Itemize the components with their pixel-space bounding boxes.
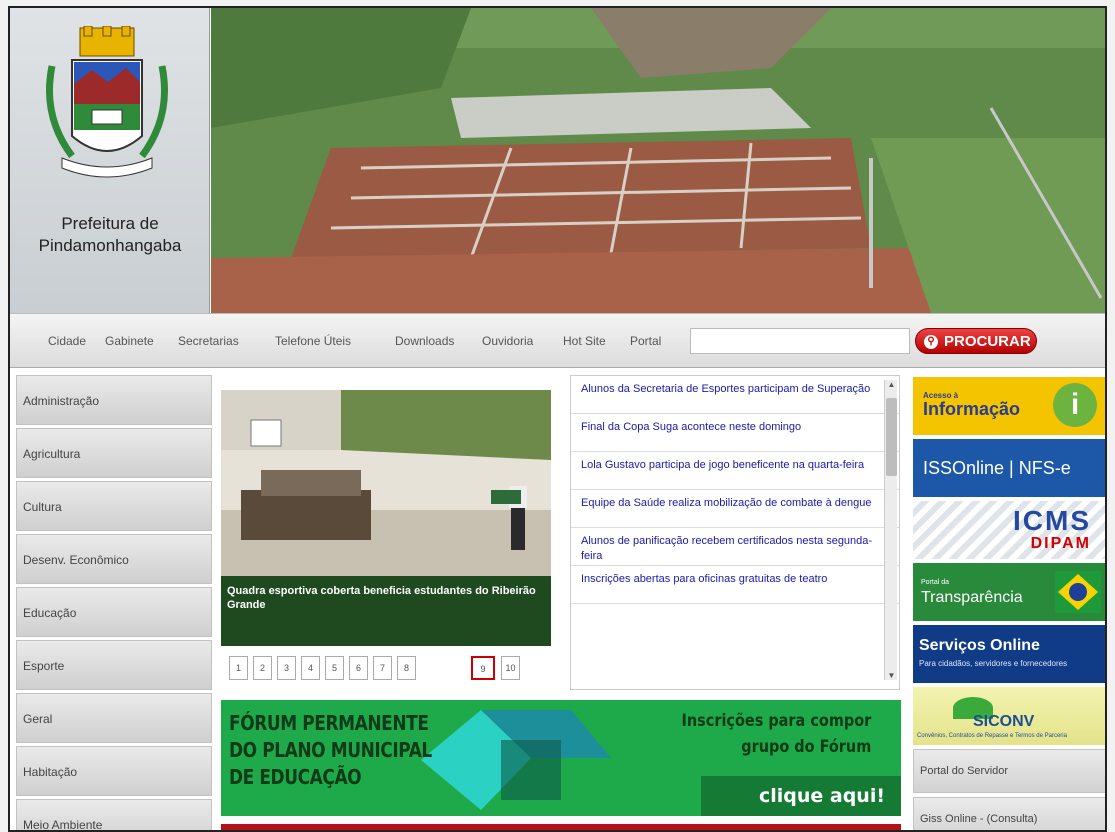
nav-telefones[interactable]: Telefone Úteis (275, 334, 351, 348)
sidebar-item-desenv-economico[interactable]: Desenv. Econômico (16, 534, 212, 584)
page-button[interactable]: 6 (349, 656, 368, 680)
news-item[interactable]: Inscrições abertas para oficinas gratuit… (571, 566, 899, 604)
icms-title: ICMS (1013, 505, 1091, 536)
nav-hot-site[interactable]: Hot Site (563, 334, 606, 348)
servicos-online-banner[interactable]: Serviços Online Para cidadãos, servidore… (913, 625, 1105, 683)
siconv-big: SICONV (973, 713, 1035, 730)
transparencia-big: Transparência (921, 589, 1023, 606)
news-slideshow[interactable]: Quadra esportiva coberta beneficia estud… (221, 390, 551, 646)
search-input[interactable] (690, 328, 910, 354)
sidebar-item-educacao[interactable]: Educação (16, 587, 212, 637)
search-button[interactable]: ⚲ PROCURAR (915, 328, 1037, 354)
nav-secretarias[interactable]: Secretarias (178, 334, 239, 348)
site-name-line2: Pindamonhangaba (38, 236, 182, 255)
forum-banner-graphic (421, 710, 611, 810)
info-icon: i (1053, 383, 1097, 427)
news-item[interactable]: Alunos de panificação recebem certificad… (571, 528, 899, 566)
transparencia-small: Portal da (921, 579, 950, 586)
giss-online-link[interactable]: Giss Online - (Consulta) (913, 797, 1105, 830)
news-list: Alunos da Secretaria de Esportes partici… (570, 375, 900, 690)
forum-title-line2: DO PLANO MUNICIPAL (229, 738, 432, 762)
page-button[interactable]: 1 (229, 656, 248, 680)
sidebar-item-cultura[interactable]: Cultura (16, 481, 212, 531)
news-item[interactable]: Lola Gustavo participa de jogo beneficen… (571, 452, 899, 490)
sidebar-item-esporte[interactable]: Esporte (16, 640, 212, 690)
scroll-up-icon[interactable]: ▲ (885, 380, 898, 389)
site-name-line1: Prefeitura de (61, 214, 159, 233)
page-button[interactable]: 8 (397, 656, 416, 680)
search-icon: ⚲ (924, 335, 938, 349)
servicos-big: Serviços Online (919, 637, 1040, 654)
aerial-city-photo (211, 8, 1105, 313)
city-crest-icon (46, 26, 168, 178)
nav-cidade[interactable]: Cidade (48, 334, 86, 348)
page-button[interactable]: 4 (301, 656, 320, 680)
issonline-banner[interactable]: ISSOnline | NFS-e (913, 439, 1105, 497)
news-scrollbar[interactable]: ▲ ▼ (884, 380, 897, 680)
right-column: Acesso à Informação i ISSOnline | NFS-e … (913, 377, 1105, 830)
nav-downloads[interactable]: Downloads (395, 334, 454, 348)
forum-inscricoes-line2: grupo do Fórum (740, 737, 871, 757)
news-item[interactable]: Final da Copa Suga acontece neste doming… (571, 414, 899, 452)
page-button[interactable]: 5 (325, 656, 344, 680)
nav-portal[interactable]: Portal (630, 334, 661, 348)
slideshow-photo (221, 390, 551, 576)
top-nav: Cidade Gabinete Secretarias Telefone Úte… (10, 313, 1105, 368)
siconv-small: Convênios, Contratos de Repasse e Termos… (917, 733, 1067, 739)
forum-banner[interactable]: FÓRUM PERMANENTE DO PLANO MUNICIPAL DE E… (221, 700, 901, 816)
icms-banner[interactable]: ICMS DIPAM (913, 501, 1105, 559)
scroll-down-icon[interactable]: ▼ (885, 671, 898, 680)
sidebar-menu: Administração Agricultura Cultura Desenv… (16, 375, 212, 830)
forum-title-line3: DE EDUCAÇÃO (229, 765, 362, 789)
transparencia-banner[interactable]: Portal da Transparência (913, 563, 1105, 621)
sidebar-item-agricultura[interactable]: Agricultura (16, 428, 212, 478)
slideshow-caption[interactable]: Quadra esportiva coberta beneficia estud… (221, 576, 551, 646)
nav-ouvidoria[interactable]: Ouvidoria (482, 334, 533, 348)
forum-inscricoes: Inscrições para compor grupo do Fórum (681, 708, 871, 760)
page-button[interactable]: 2 (253, 656, 272, 680)
siconv-banner[interactable]: SICONV Convênios, Contratos de Repasse e… (913, 687, 1105, 745)
acesso-big: Informação (923, 399, 1021, 419)
page-button[interactable]: 7 (373, 656, 392, 680)
forum-inscricoes-line1: Inscrições para compor (681, 711, 871, 731)
forum-click-link[interactable]: clique aqui! (701, 776, 901, 816)
nav-gabinete[interactable]: Gabinete (105, 334, 154, 348)
header-logo[interactable]: Prefeitura de Pindamonhangaba (10, 8, 210, 313)
sidebar-item-geral[interactable]: Geral (16, 693, 212, 743)
portal-servidor-link[interactable]: Portal do Servidor (913, 749, 1105, 793)
scroll-thumb[interactable] (886, 398, 897, 476)
forum-title-line1: FÓRUM PERMANENTE (229, 711, 429, 735)
site-name: Prefeitura de Pindamonhangaba (10, 213, 210, 257)
acesso-informacao-banner[interactable]: Acesso à Informação i (913, 377, 1105, 435)
brazil-flag-icon (1055, 571, 1101, 613)
news-item[interactable]: Alunos da Secretaria de Esportes partici… (571, 376, 899, 414)
forum-title: FÓRUM PERMANENTE DO PLANO MUNICIPAL DE E… (229, 710, 432, 791)
red-banner[interactable] (221, 824, 901, 830)
page-button[interactable]: 3 (277, 656, 296, 680)
page-button-active[interactable]: 9 (471, 656, 495, 680)
sidebar-item-administracao[interactable]: Administração (16, 375, 212, 425)
news-item[interactable]: Equipe da Saúde realiza mobilização de c… (571, 490, 899, 528)
page-button[interactable]: 10 (501, 656, 520, 680)
servicos-small: Para cidadãos, servidores e fornecedores (919, 659, 1068, 668)
search-button-label: PROCURAR (944, 333, 1031, 350)
icms-subtitle: DIPAM (1030, 535, 1091, 552)
browser-page: Prefeitura de Pindamonhangaba Cidade Gab… (8, 6, 1107, 832)
sidebar-item-habitacao[interactable]: Habitação (16, 746, 212, 796)
sidebar-item-meio-ambiente[interactable]: Meio Ambiente (16, 799, 212, 830)
